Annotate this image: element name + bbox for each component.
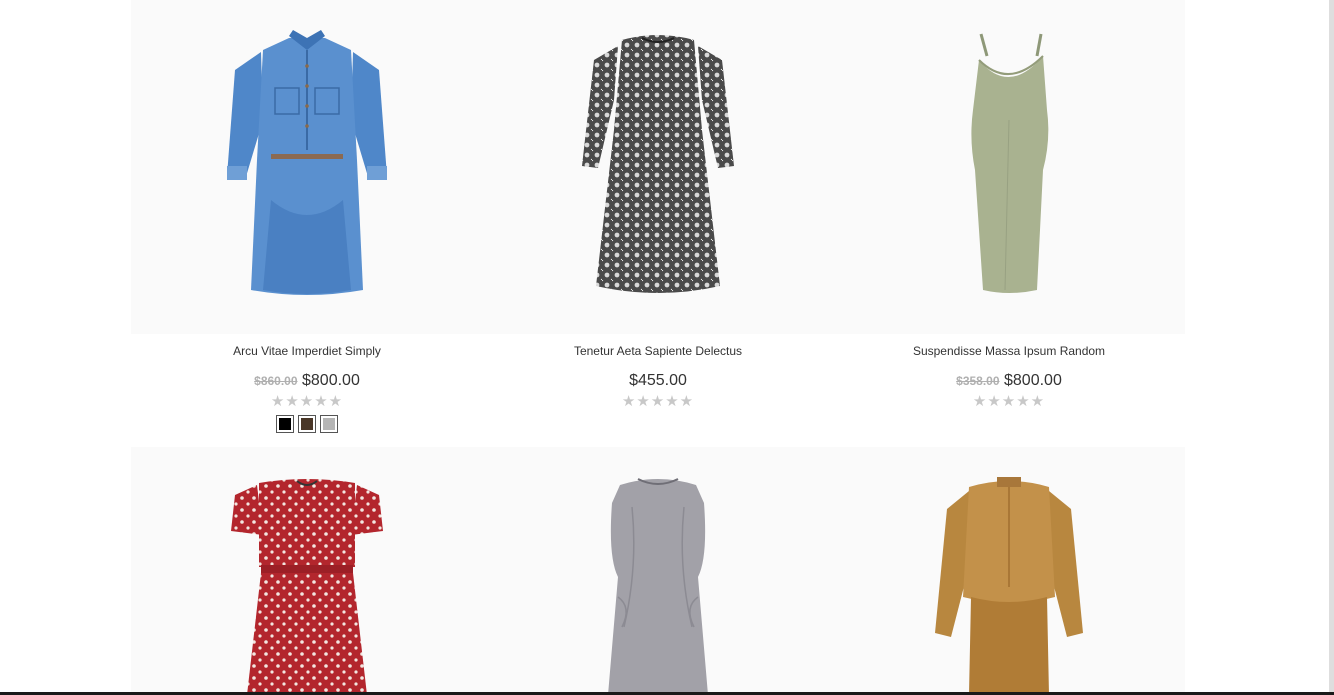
rating-stars: ★★★★★ bbox=[621, 393, 695, 410]
product-name[interactable]: Tenetur Aeta Sapiente Delectus bbox=[482, 344, 834, 358]
product-image-mustard-dress[interactable] bbox=[833, 447, 1185, 695]
product-card[interactable]: Suspendisse Massa Ipsum Random $358.00 $… bbox=[833, 0, 1185, 410]
product-name[interactable]: Arcu Vitae Imperdiet Simply bbox=[131, 344, 483, 358]
swatch-grey[interactable] bbox=[320, 415, 338, 433]
product-grid-page: Arcu Vitae Imperdiet Simply $860.00 $800… bbox=[0, 0, 1334, 695]
product-card[interactable] bbox=[131, 447, 483, 695]
scrollbar[interactable] bbox=[1329, 0, 1334, 695]
old-price: $358.00 bbox=[956, 374, 1000, 388]
swatch-brown[interactable] bbox=[298, 415, 316, 433]
current-price: $800.00 bbox=[1004, 372, 1062, 389]
product-card[interactable]: Tenetur Aeta Sapiente Delectus $455.00 ★… bbox=[482, 0, 834, 410]
color-swatches bbox=[131, 415, 483, 434]
product-image-red-floral-dress[interactable] bbox=[131, 447, 483, 695]
swatch-black[interactable] bbox=[276, 415, 294, 433]
price-block: $455.00 bbox=[482, 372, 834, 390]
product-name[interactable]: Suspendisse Massa Ipsum Random bbox=[833, 344, 1185, 358]
rating-stars: ★★★★★ bbox=[972, 393, 1046, 410]
product-image-slip-dress[interactable] bbox=[833, 0, 1185, 334]
rating-stars: ★★★★★ bbox=[270, 393, 344, 410]
product-image-patterned-dress[interactable] bbox=[482, 0, 834, 334]
current-price: $800.00 bbox=[302, 372, 360, 389]
product-card[interactable] bbox=[833, 447, 1185, 695]
product-image-grey-shift-dress[interactable] bbox=[482, 447, 834, 695]
price-block: $860.00 $800.00 bbox=[131, 372, 483, 390]
price-block: $358.00 $800.00 bbox=[833, 372, 1185, 390]
product-image-denim-dress[interactable] bbox=[131, 0, 483, 334]
product-card[interactable]: Arcu Vitae Imperdiet Simply $860.00 $800… bbox=[131, 0, 483, 434]
old-price: $860.00 bbox=[254, 374, 298, 388]
current-price: $455.00 bbox=[629, 372, 687, 389]
product-card[interactable] bbox=[482, 447, 834, 695]
